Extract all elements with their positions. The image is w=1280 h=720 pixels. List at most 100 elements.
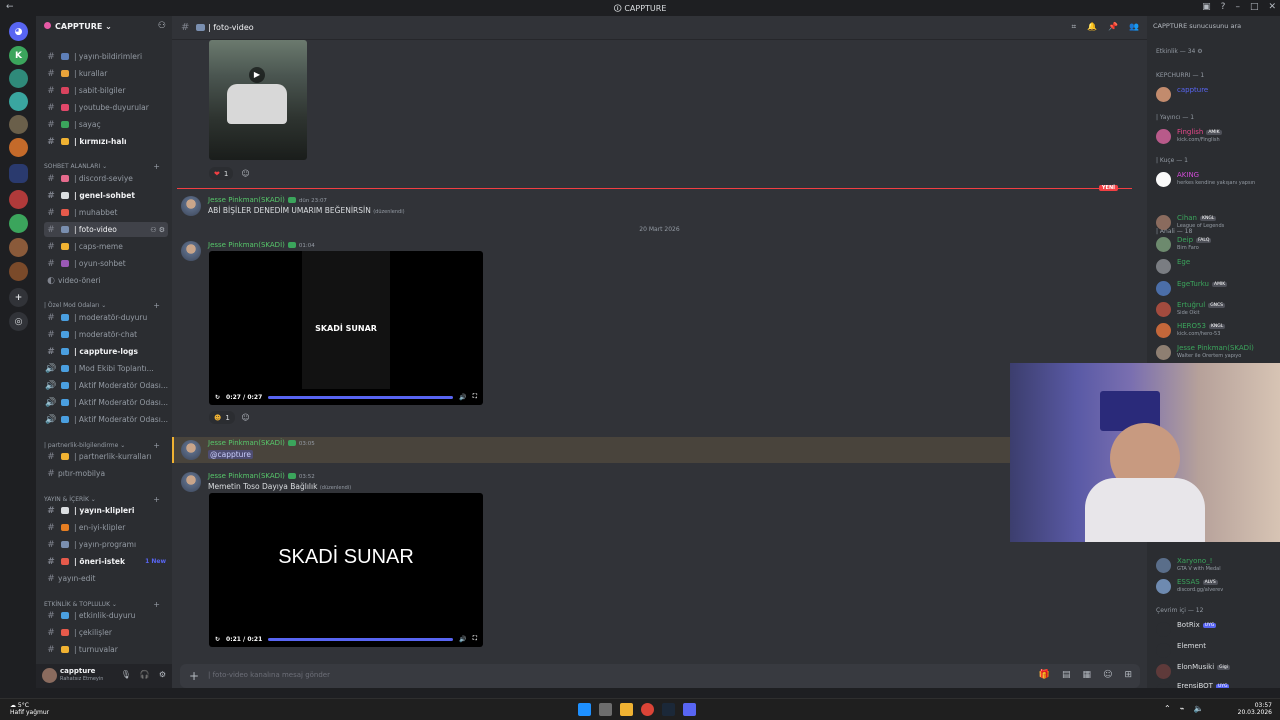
member-item[interactable]: EgeTurku AMIK (1147, 278, 1280, 298)
user-mention[interactable]: @cappture (208, 450, 253, 459)
weather-widget[interactable]: ☁ 5°C Hafif yağmur (10, 702, 49, 716)
channel-item[interactable]: # | foto-video ⚇ ⚙ (44, 222, 168, 237)
author-name[interactable]: Jesse Pinkman(SKADİ) (208, 196, 285, 204)
member-item[interactable]: Ertuğrul GNCS Side Okit (1147, 299, 1280, 319)
replay-icon[interactable]: ↻ (215, 394, 220, 401)
play-icon[interactable]: ▶ (249, 67, 265, 83)
channel-item[interactable]: # pıtır-mobilya (44, 466, 168, 481)
volume-icon[interactable]: 🔊 (459, 394, 466, 401)
emoji-icon[interactable]: ☺ (1103, 670, 1112, 680)
add-server-icon[interactable]: + (9, 288, 28, 307)
channel-item[interactable]: 🔊 | Mod Ekibi Toplantı... (44, 361, 168, 376)
channel-item[interactable]: # | moderatör-chat (44, 327, 168, 342)
channel-item[interactable]: # | partnerlik-kurralları (44, 449, 168, 464)
server-icon-k[interactable]: K (9, 46, 28, 65)
server-icon[interactable] (9, 69, 28, 88)
channel-item[interactable]: # | kırmızı-halı (44, 134, 168, 149)
apps-icon[interactable]: ⊞ (1124, 670, 1132, 680)
pin-icon[interactable]: 📌 (1108, 22, 1118, 32)
close-icon[interactable]: ✕ (1268, 2, 1276, 12)
sticker-icon[interactable]: ▦ (1083, 670, 1092, 680)
explore-icon[interactable]: ◎ (9, 312, 28, 331)
member-item[interactable]: ErensiBOT UYG (1147, 680, 1280, 688)
channel-category[interactable]: YAYIN & İÇERİK ⌄ + (44, 495, 168, 504)
channel-item[interactable]: # | discord-seviye (44, 171, 168, 186)
reaction-emoji[interactable]: ☻ 1 (209, 411, 235, 424)
member-item[interactable]: Ege (1147, 256, 1280, 276)
member-item[interactable]: Deip FALQ Bim Faro (1147, 234, 1280, 254)
tray-chevron-icon[interactable]: ⌃ (1164, 704, 1171, 713)
add-channel-icon[interactable]: + (153, 162, 160, 171)
members-icon[interactable]: 👥 (1129, 22, 1139, 32)
channel-item[interactable]: # | yayın-klipleri (44, 503, 168, 518)
gif-icon[interactable]: ▤ (1062, 670, 1071, 680)
channel-item[interactable]: 🔊 | Aktif Moderatör Odası... (44, 395, 168, 410)
task-view-icon[interactable] (599, 703, 612, 716)
channel-item[interactable]: # | oyun-sohbet (44, 256, 168, 271)
clock[interactable]: 03:57 20.03.2026 (1238, 702, 1272, 716)
channel-item[interactable]: # | caps-meme (44, 239, 168, 254)
video-progress[interactable] (268, 637, 454, 641)
channel-settings-icon[interactable]: ⚇ ⚙ (150, 226, 168, 234)
channel-item[interactable]: # | yayın-programı (44, 537, 168, 552)
video-player[interactable]: SKADİ SUNAR ↻ 0:27 / 0:27 🔊 ⛶ (209, 251, 483, 405)
member-item[interactable]: AKING herkes kendine yakışanı yapsın (1147, 169, 1280, 189)
channel-category[interactable]: ETKİNLİK & TOPLULUK ⌄ + (44, 600, 168, 609)
member-item[interactable]: cappture (1147, 84, 1280, 104)
channel-item[interactable]: # | yayın-bildirimleri (44, 49, 168, 64)
author-name[interactable]: Jesse Pinkman(SKADİ) (208, 439, 285, 447)
channel-item[interactable]: # | sayaç (44, 117, 168, 132)
server-icon[interactable] (9, 214, 28, 233)
channel-item[interactable]: # | cappture-logs (44, 344, 168, 359)
discord-icon[interactable] (683, 703, 696, 716)
user-avatar[interactable] (42, 668, 57, 683)
channel-item[interactable]: 🔊 | Aktif Moderatör Odası... (44, 378, 168, 393)
channel-item[interactable]: # | genel-sohbet (44, 188, 168, 203)
server-header[interactable]: CAPPTURE ⌄ ⚇ (36, 16, 172, 40)
bell-icon[interactable]: 🔔 (1087, 22, 1097, 32)
settings-icon[interactable]: ⚙ (159, 670, 166, 679)
file-explorer-icon[interactable] (620, 703, 633, 716)
member-item[interactable]: ElonMusiki Gigi (1147, 661, 1280, 681)
server-icon-cappture[interactable] (9, 164, 28, 183)
member-item[interactable]: Finglish AMIK kick.com/Finglish (1147, 126, 1280, 146)
channel-item[interactable]: # | etkinlik-duyuru (44, 608, 168, 623)
channel-item[interactable]: # | moderatör-duyuru (44, 310, 168, 325)
member-item[interactable]: BotRix UYG (1147, 619, 1280, 639)
channel-item[interactable]: # | kurallar (44, 66, 168, 81)
member-item[interactable]: ESSAS ALVS discord.gg/alverev (1147, 576, 1280, 596)
channel-item[interactable]: # | öneri-istek 1 New (44, 554, 168, 569)
volume-tray-icon[interactable]: 🔈 (1194, 704, 1204, 713)
video-thumbnail[interactable]: ▶ (209, 40, 307, 160)
network-icon[interactable]: ⌁ (1180, 704, 1185, 713)
channel-item[interactable]: # | en-iyi-klipler (44, 520, 168, 535)
server-icon[interactable] (9, 92, 28, 111)
inbox-icon[interactable]: ▣ (1202, 2, 1211, 12)
author-name[interactable]: Jesse Pinkman(SKADİ) (208, 241, 285, 249)
server-icon[interactable] (9, 190, 28, 209)
author-avatar[interactable] (181, 196, 201, 216)
server-icon[interactable] (9, 238, 28, 257)
maximize-icon[interactable]: □ (1250, 2, 1259, 12)
chrome-icon[interactable] (641, 703, 654, 716)
headphones-icon[interactable]: 🎧 (140, 670, 150, 679)
attach-plus-icon[interactable]: + (186, 668, 202, 684)
microphone-icon[interactable]: 🎙 (121, 670, 131, 679)
video-player[interactable]: SKADİ SUNAR ↻ 0:21 / 0:21 🔊 ⛶ (209, 493, 483, 647)
minimize-icon[interactable]: – (1235, 2, 1240, 12)
channel-category[interactable]: | Özel Mod Odaları ⌄ + (44, 301, 168, 310)
server-search-input[interactable]: CAPPTURE sunucusunu ara (1153, 22, 1275, 34)
author-avatar[interactable] (181, 241, 201, 261)
channel-item[interactable]: # | sabit-bilgiler (44, 83, 168, 98)
threads-icon[interactable]: ⌗ (1072, 22, 1077, 32)
member-item[interactable]: HERO53 KNGL kick.com/hero-53 (1147, 320, 1280, 340)
gift-icon[interactable]: 🎁 (1039, 670, 1050, 680)
start-icon[interactable] (578, 703, 591, 716)
channel-category[interactable]: | partnerlik-bilgilendirme ⌄ + (44, 441, 168, 450)
member-item[interactable]: Cihan KNGL League of Legends (1147, 212, 1280, 232)
add-reaction-icon[interactable]: ☺ (239, 167, 252, 180)
channel-item[interactable]: ◐ video-öneri (44, 273, 168, 288)
author-avatar[interactable] (181, 440, 201, 460)
fullscreen-icon[interactable]: ⛶ (473, 393, 477, 401)
channel-category[interactable]: SOHBET ALANLARI ⌄ + (44, 162, 168, 171)
